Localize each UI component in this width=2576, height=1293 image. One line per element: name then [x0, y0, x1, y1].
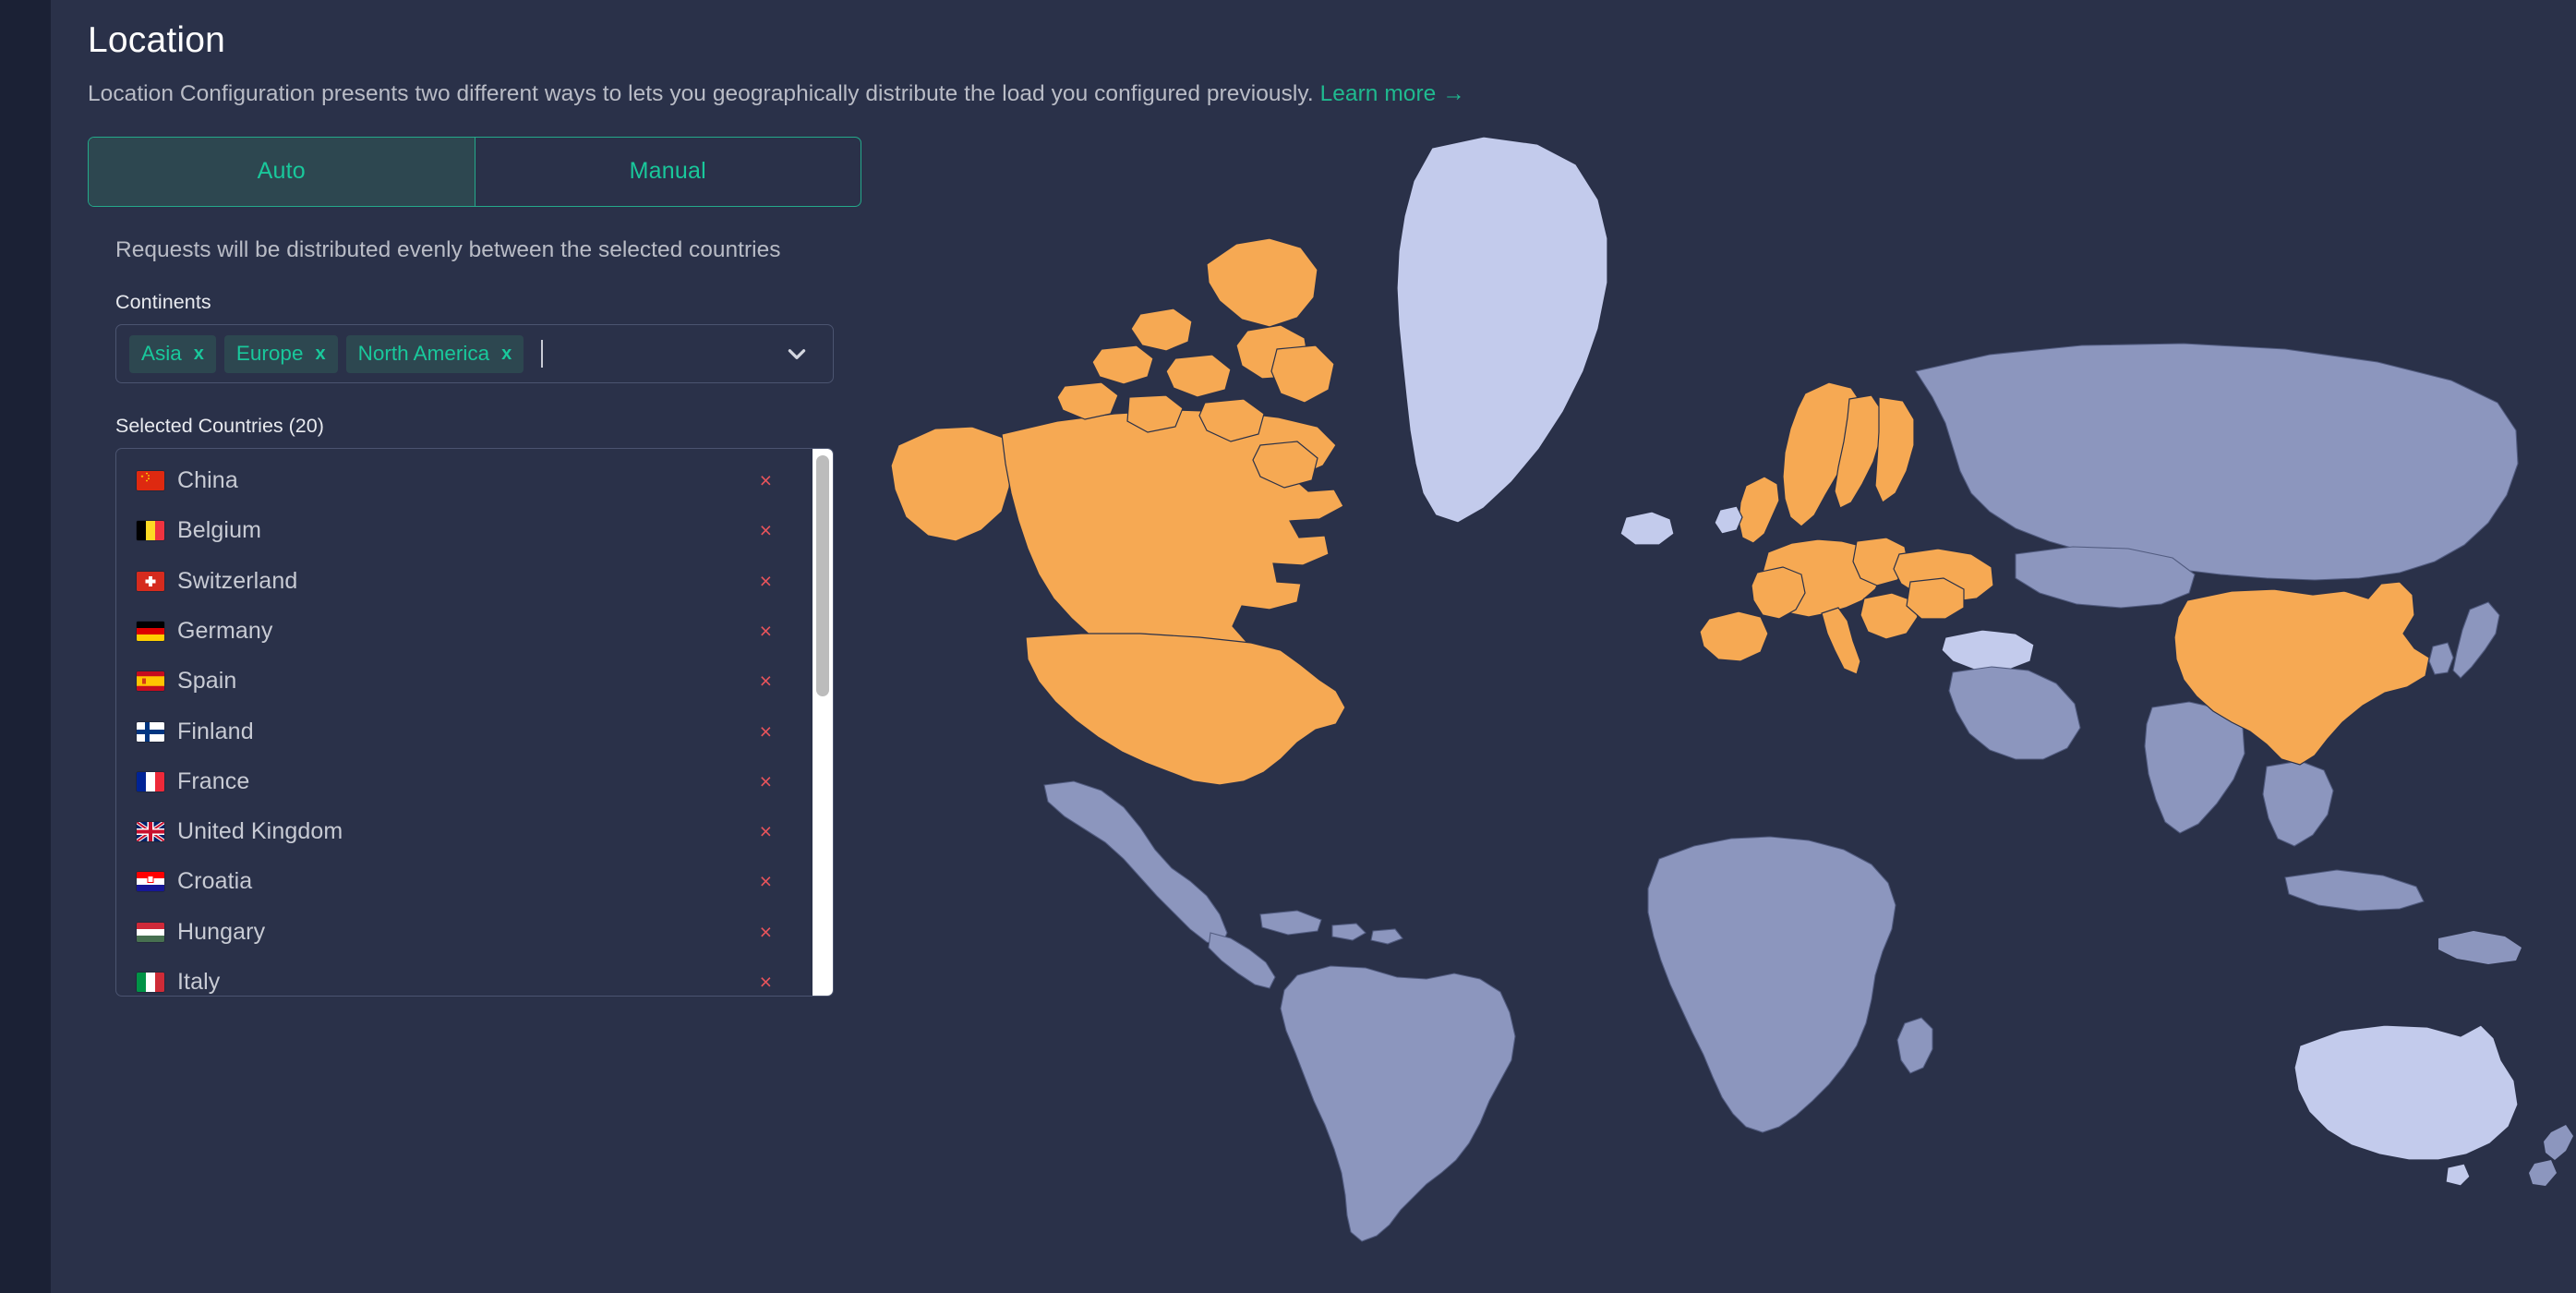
country-name: Germany — [177, 618, 273, 644]
remove-country-icon[interactable]: × — [760, 770, 772, 792]
flag-fr-icon — [137, 771, 164, 792]
distribution-helper-text: Requests will be distributed evenly betw… — [115, 236, 781, 262]
list-item[interactable]: United Kingdom × — [116, 807, 813, 857]
country-name: Belgium — [177, 517, 262, 544]
remove-country-icon[interactable]: × — [760, 972, 772, 993]
list-item[interactable]: France × — [116, 756, 813, 806]
list-item[interactable]: Hungary × — [116, 907, 813, 957]
learn-more-link[interactable]: Learn more → — [1320, 81, 1465, 106]
selected-countries-label: Selected Countries (20) — [115, 415, 324, 438]
remove-country-icon[interactable]: × — [760, 720, 772, 743]
flag-hu-icon — [137, 922, 164, 942]
continent-chip-remove-icon[interactable]: x — [315, 344, 325, 363]
list-item[interactable]: Belgium × — [116, 506, 813, 556]
flag-gb-icon — [137, 822, 164, 842]
country-name: Finland — [177, 718, 254, 744]
country-name: United Kingdom — [177, 818, 343, 845]
flag-es-icon — [137, 671, 164, 692]
list-item[interactable]: Finland × — [116, 707, 813, 756]
remove-country-icon[interactable]: × — [760, 871, 772, 892]
country-name: Croatia — [177, 868, 253, 895]
page-title: Location — [88, 20, 226, 60]
world-map[interactable]: .sel { fill:#f6a953; stroke:#2a3149; str… — [863, 119, 2576, 1265]
chevron-down-icon[interactable] — [785, 342, 809, 366]
continent-chip-remove-icon[interactable]: x — [501, 344, 512, 363]
continents-label: Continents — [115, 291, 211, 314]
country-name: France — [177, 767, 250, 794]
remove-country-icon[interactable]: × — [760, 821, 772, 842]
continents-text-caret — [541, 340, 544, 369]
continent-chip-label: Asia — [141, 342, 182, 366]
list-item[interactable]: Italy × — [116, 957, 813, 996]
list-item[interactable]: Spain × — [116, 657, 813, 707]
countries-scrollbar-thumb[interactable] — [816, 455, 829, 696]
page-subtitle-text: Location Configuration presents two diff… — [88, 80, 1314, 106]
config-panel: Auto Manual Requests will be distributed… — [88, 136, 863, 1293]
selected-countries-list: China × Belgium × Switzerland × Germany … — [115, 448, 834, 997]
remove-country-icon[interactable]: × — [760, 671, 772, 692]
flag-hr-icon — [137, 872, 164, 892]
continent-chip-list: Asia x Europe x North America x — [129, 334, 544, 373]
country-name: Spain — [177, 668, 237, 695]
remove-country-icon[interactable]: × — [760, 570, 772, 592]
page-subtitle: Location Configuration presents two diff… — [88, 79, 2576, 109]
remove-country-icon[interactable]: × — [760, 921, 772, 943]
list-item[interactable]: Croatia × — [116, 857, 813, 907]
remove-country-icon[interactable]: × — [760, 470, 772, 491]
country-name: Hungary — [177, 918, 266, 945]
continent-chip-europe[interactable]: Europe x — [223, 334, 338, 373]
app-sidebar-rail — [0, 0, 51, 1293]
countries-scrollbar[interactable] — [813, 449, 833, 997]
country-name: Italy — [177, 969, 221, 996]
list-item[interactable]: China × — [116, 455, 813, 505]
map-region-romania-bulgaria — [1906, 577, 1965, 620]
flag-fi-icon — [137, 721, 164, 742]
continent-chip-label: North America — [357, 342, 490, 366]
flag-de-icon — [137, 622, 164, 641]
tab-auto[interactable]: Auto — [89, 137, 475, 206]
list-item[interactable]: Germany × — [116, 606, 813, 656]
flag-cn-icon — [137, 471, 164, 491]
flag-be-icon — [137, 521, 164, 541]
continent-chip-label: Europe — [235, 342, 304, 366]
main-content: Location Location Configuration presents… — [51, 0, 2576, 1293]
selected-countries-scroll-area: China × Belgium × Switzerland × Germany … — [116, 449, 813, 996]
continent-chip-remove-icon[interactable]: x — [194, 344, 204, 363]
continents-multiselect[interactable]: Asia x Europe x North America x — [115, 324, 834, 384]
country-name: Switzerland — [177, 567, 298, 594]
config-and-map-row: Auto Manual Requests will be distributed… — [88, 119, 2576, 1293]
continent-chip-asia[interactable]: Asia x — [129, 334, 216, 373]
world-map-panel: .sel { fill:#f6a953; stroke:#2a3149; str… — [863, 119, 2576, 1293]
flag-ch-icon — [137, 571, 164, 591]
list-item[interactable]: Switzerland × — [116, 556, 813, 606]
remove-country-icon[interactable]: × — [760, 520, 772, 541]
location-configuration-page: Location Location Configuration presents… — [0, 0, 2576, 1293]
flag-it-icon — [137, 973, 164, 993]
mode-tabs: Auto Manual — [88, 136, 861, 207]
tab-manual[interactable]: Manual — [475, 138, 861, 206]
country-name: China — [177, 467, 238, 494]
remove-country-icon[interactable]: × — [760, 621, 772, 642]
continent-chip-north-america[interactable]: North America x — [345, 334, 524, 373]
